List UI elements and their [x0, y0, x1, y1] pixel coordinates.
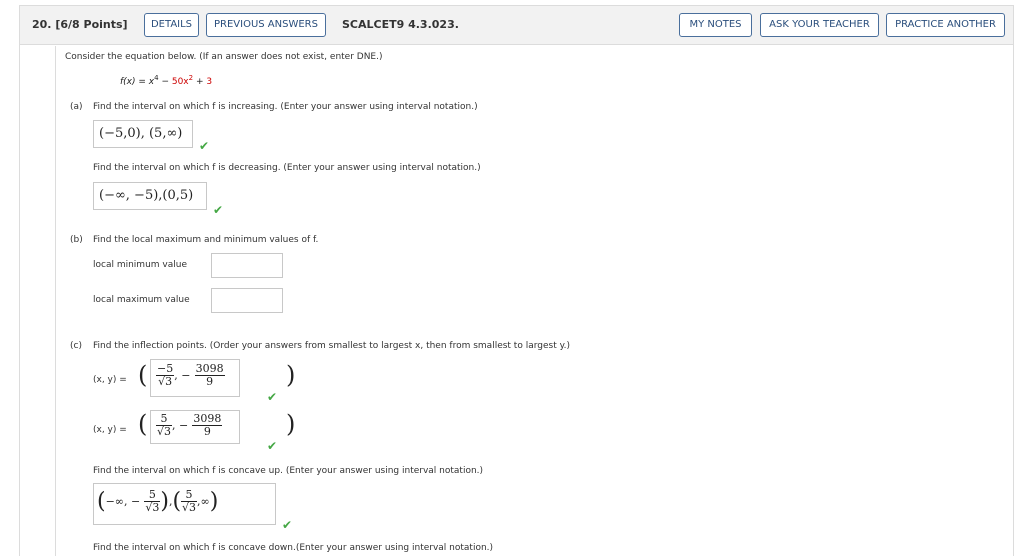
ask-your-teacher-button[interactable]: ASK YOUR TEACHER — [760, 13, 879, 37]
y-fraction: 3098 9 — [192, 412, 223, 438]
x-fraction: −5 √3 — [156, 362, 175, 388]
local-maximum-input[interactable] — [211, 288, 283, 313]
local-extrema-question: Find the local maximum and minimum value… — [93, 235, 319, 245]
inflection-question: Find the inflection points. (Order your … — [93, 341, 571, 351]
part-a-label: (a) — [70, 102, 83, 112]
concave-up-question: Find the interval on which f is concave … — [93, 466, 484, 476]
details-button[interactable]: DETAILS — [144, 13, 199, 37]
local-minimum-input[interactable] — [211, 253, 283, 278]
check-icon: ✔ — [282, 518, 293, 532]
equation: f(x) = x4 − 50x2 + 3 — [120, 74, 213, 87]
question-panel: 20. [6/8 Points] DETAILS PREVIOUS ANSWER… — [19, 5, 1014, 556]
concave-up-answer-field[interactable]: (−∞, − 5 √3),(5 √3 ,∞) — [93, 483, 276, 525]
question-number-and-points: 20. [6/8 Points] — [32, 18, 128, 31]
check-icon: ✔ — [213, 203, 224, 217]
check-icon: ✔ — [267, 390, 278, 404]
concave-down-question: Find the interval on which f is concave … — [93, 543, 494, 553]
xy-label: (x, y) = — [93, 375, 127, 385]
fraction-2: 5 √3 — [181, 488, 198, 514]
close-paren: ) — [286, 361, 296, 389]
inflection-point-2-field[interactable]: 5 √3, − 3098 9 — [150, 410, 240, 444]
local-maximum-label: local maximum value — [93, 295, 190, 305]
x-fraction: 5 √3 — [156, 412, 173, 438]
my-notes-button[interactable]: MY NOTES — [679, 13, 752, 37]
question-body: Consider the equation below. (If an answ… — [55, 46, 1015, 556]
question-id: SCALCET9 4.3.023. — [342, 18, 459, 31]
decreasing-answer-field[interactable]: (−∞, −5),(0,5) — [93, 182, 207, 210]
prompt-text: Consider the equation below. (If an answ… — [65, 52, 383, 62]
increasing-question: Find the interval on which f is increasi… — [93, 102, 478, 112]
open-paren: ( — [138, 410, 148, 438]
check-icon: ✔ — [267, 439, 278, 453]
inflection-point-1-field[interactable]: −5 √3, − 3098 9 — [150, 359, 240, 397]
part-c-label: (c) — [70, 341, 82, 351]
practice-another-button[interactable]: PRACTICE ANOTHER — [886, 13, 1005, 37]
question-header: 20. [6/8 Points] DETAILS PREVIOUS ANSWER… — [20, 6, 1013, 45]
previous-answers-button[interactable]: PREVIOUS ANSWERS — [206, 13, 326, 37]
decreasing-question: Find the interval on which f is decreasi… — [93, 163, 481, 173]
check-icon: ✔ — [199, 139, 210, 153]
local-minimum-label: local minimum value — [93, 260, 187, 270]
increasing-answer-field[interactable]: (−5,0), (5,∞) — [93, 120, 193, 148]
xy-label: (x, y) = — [93, 425, 127, 435]
close-paren: ) — [286, 410, 296, 438]
y-fraction: 3098 9 — [194, 362, 225, 388]
open-paren: ( — [138, 361, 148, 389]
part-b-label: (b) — [70, 235, 83, 245]
fraction-1: 5 √3 — [144, 488, 161, 514]
